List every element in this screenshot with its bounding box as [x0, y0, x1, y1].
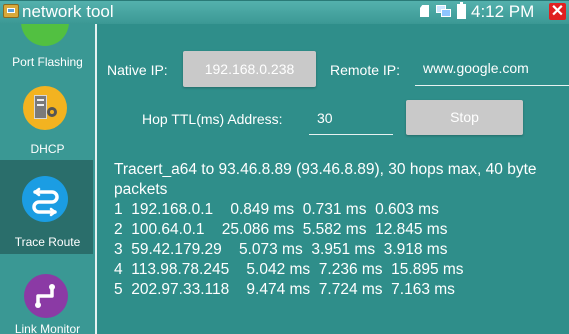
- title-bar: network tool 4:12 PM ✕: [0, 0, 569, 24]
- hop-line: 3 59.42.179.29 5.073 ms 3.951 ms 3.918 m…: [114, 241, 448, 258]
- trace-route-panel: Native IP: 192.168.0.238 Remote IP: Hop …: [97, 24, 569, 334]
- sidebar-item-link-monitor[interactable]: Link Monitor: [0, 322, 95, 334]
- status-clock: 4:12 PM: [471, 2, 535, 21]
- close-icon: ✕: [550, 3, 565, 20]
- sd-card-icon: [420, 5, 429, 17]
- port-flashing-icon[interactable]: [21, 24, 69, 46]
- app-icon: [3, 4, 19, 18]
- trace-route-icon[interactable]: [22, 176, 68, 222]
- network-icon: [436, 5, 452, 17]
- hop-line: 2 100.64.0.1 25.086 ms 5.582 ms 12.845 m…: [114, 221, 448, 238]
- dhcp-server-icon[interactable]: [23, 86, 67, 130]
- stop-button[interactable]: Stop: [406, 100, 523, 135]
- hop-ttl-underline: [309, 134, 393, 135]
- trace-output: Tracert_a64 to 93.46.8.89 (93.46.8.89), …: [114, 160, 564, 300]
- hop-line: 5 202.97.33.118 9.474 ms 7.724 ms 7.163 …: [114, 281, 455, 298]
- trace-header: Tracert_a64 to 93.46.8.89 (93.46.8.89), …: [114, 161, 537, 198]
- hop-ttl-input[interactable]: [317, 104, 377, 132]
- native-ip-label: Native IP:: [107, 62, 168, 78]
- close-button[interactable]: ✕: [549, 3, 566, 20]
- native-ip-button[interactable]: 192.168.0.238: [183, 51, 316, 87]
- hop-ttl-label: Hop TTL(ms) Address:: [142, 111, 283, 127]
- remote-ip-label: Remote IP:: [330, 62, 401, 78]
- link-monitor-icon[interactable]: [24, 274, 68, 318]
- window-title: network tool: [22, 2, 114, 21]
- hop-line: 1 192.168.0.1 0.849 ms 0.731 ms 0.603 ms: [114, 201, 439, 218]
- sidebar-item-dhcp[interactable]: DHCP: [0, 142, 95, 156]
- remote-ip-underline: [415, 85, 569, 86]
- remote-ip-input[interactable]: [423, 54, 569, 82]
- sidebar: Port Flashing DHCP Trace Route Link Moni…: [0, 24, 97, 334]
- sidebar-item-label: Trace Route: [14, 235, 81, 249]
- hop-line: 4 113.98.78.245 5.042 ms 7.236 ms 15.895…: [114, 261, 464, 278]
- sidebar-item-port-flashing[interactable]: Port Flashing: [0, 55, 95, 69]
- battery-icon: [457, 2, 466, 19]
